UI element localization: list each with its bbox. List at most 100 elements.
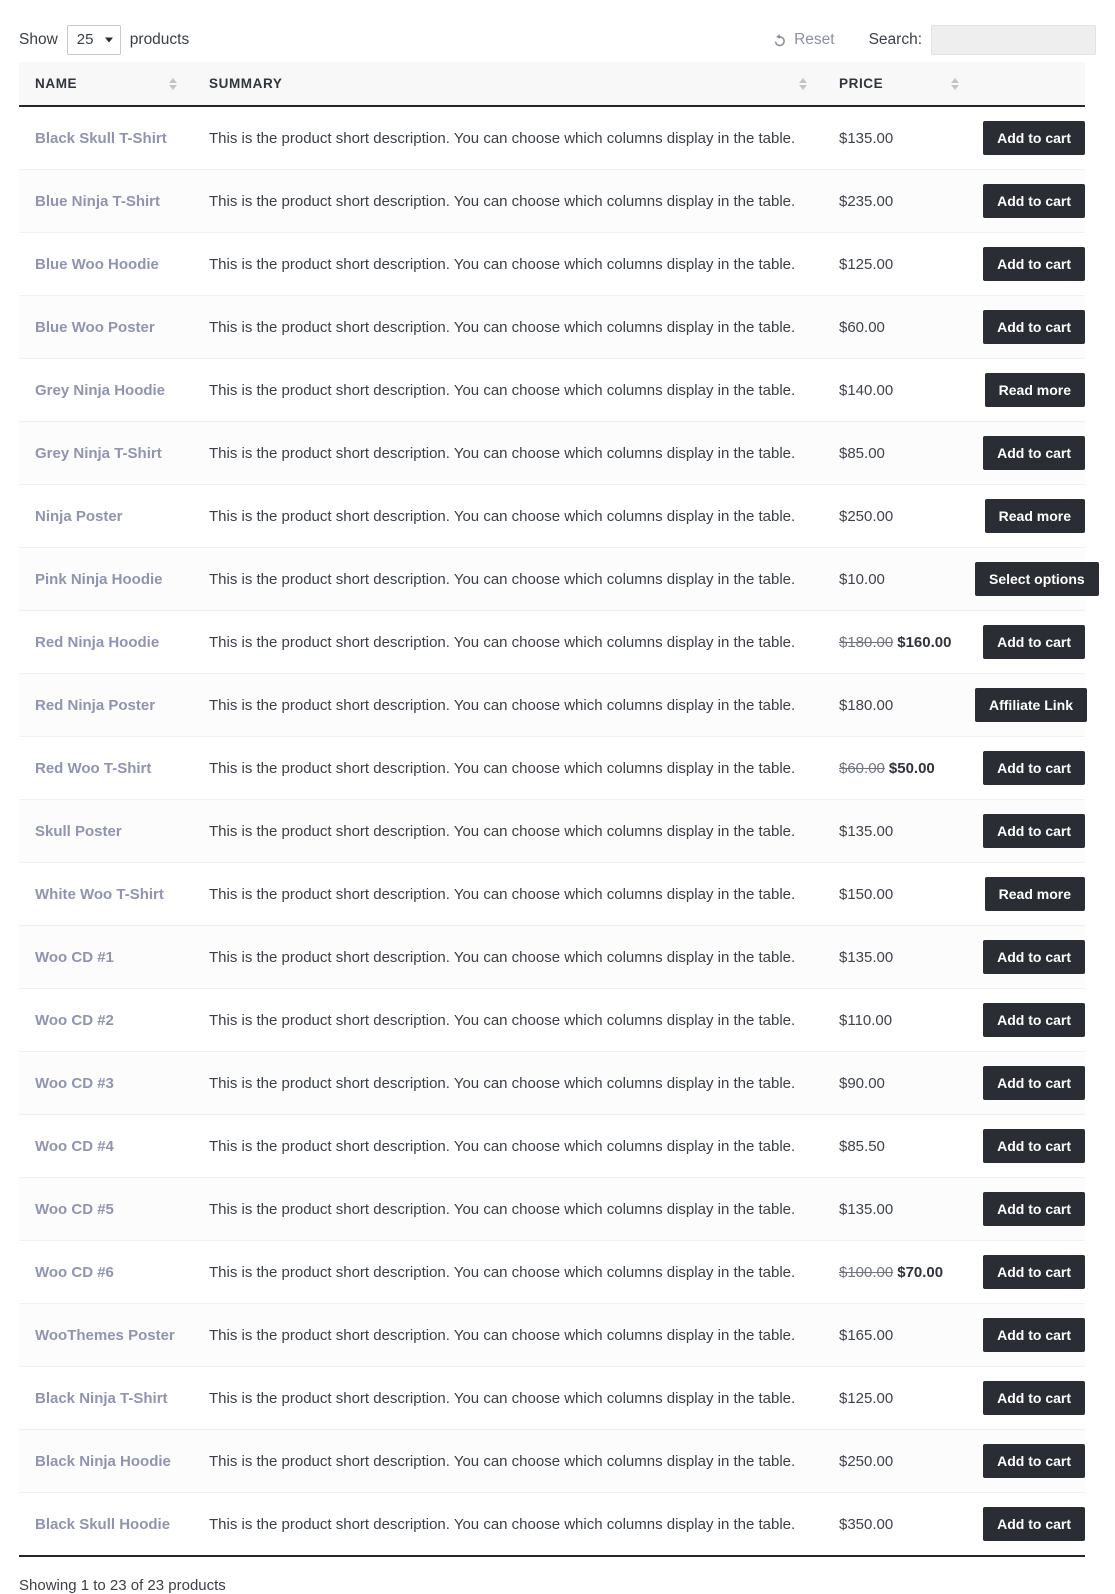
product-name-cell: White Woo T-Shirt (19, 862, 193, 926)
product-name-link[interactable]: Black Ninja Hoodie (35, 1453, 171, 1470)
product-summary-cell: This is the product short description. Y… (209, 129, 796, 147)
product-price-cell: $150.00 (823, 862, 975, 926)
product-name-link[interactable]: Ninja Poster (35, 508, 123, 525)
table-row: Blue Woo Hoodie This is the product short… (19, 232, 1085, 296)
product-price-cell: $165.00 (823, 1303, 975, 1367)
add-to-cart-button[interactable]: Add to cart (983, 1444, 1085, 1478)
add-to-cart-button[interactable]: Affiliate Link (975, 688, 1088, 722)
product-name-link[interactable]: Red Ninja Hoodie (35, 634, 159, 651)
search-control: Search: (869, 25, 1096, 55)
table-row: WooThemes Poster This is the product shor… (19, 1303, 1085, 1367)
price-regular: $235.00 (839, 192, 894, 210)
product-name-link[interactable]: Woo CD #1 (35, 949, 114, 966)
product-name-link[interactable]: Red Ninja Poster (35, 697, 155, 714)
add-to-cart-button[interactable]: Add to cart (983, 436, 1085, 470)
add-to-cart-button[interactable]: Add to cart (983, 247, 1085, 281)
add-to-cart-button[interactable]: Add to cart (983, 1129, 1085, 1163)
add-to-cart-button[interactable]: Add to cart (983, 751, 1085, 785)
product-name-link[interactable]: Black Skull T-Shirt (35, 130, 167, 147)
product-summary-cell: This is the product short description. Y… (193, 799, 823, 863)
product-name-link[interactable]: Red Woo T-Shirt (35, 760, 151, 777)
price-regular: $125.00 (839, 1389, 894, 1407)
product-price-cell: $135.00 (823, 1177, 975, 1241)
product-name-link[interactable]: Blue Woo Hoodie (35, 256, 159, 273)
product-name-cell: Grey Ninja T-Shirt (19, 421, 193, 485)
column-header-action (975, 62, 1085, 107)
column-header-name-label: NAME (35, 76, 78, 91)
product-action-cell: Read more (975, 484, 1085, 548)
add-to-cart-button[interactable]: Read more (984, 877, 1085, 911)
product-summary-cell: This is the product short description. Y… (193, 1051, 823, 1115)
price-regular: $85.50 (839, 1137, 885, 1155)
product-action-cell: Add to cart (975, 1429, 1085, 1493)
product-price-cell: $10.00 (823, 547, 975, 611)
column-header-price[interactable]: PRICE (823, 62, 975, 107)
product-name-link[interactable]: Woo CD #5 (35, 1201, 114, 1218)
product-summary-cell: This is the product short description. Y… (193, 1429, 823, 1493)
product-name-link[interactable]: WooThemes Poster (35, 1327, 175, 1344)
product-price-cell: $110.00 (823, 988, 975, 1052)
product-name-link[interactable]: Woo CD #2 (35, 1012, 114, 1029)
product-price-cell: $135.00 (823, 799, 975, 863)
product-name-link[interactable]: Grey Ninja T-Shirt (35, 445, 162, 462)
products-table-wrap: NAME SUMMARY PRICE Black Skull T-Shirt T… (19, 62, 1099, 1557)
price-regular: $110.00 (839, 1011, 893, 1029)
product-name-link[interactable]: Blue Woo Poster (35, 319, 155, 336)
product-name-cell: Black Ninja Hoodie (19, 1429, 193, 1493)
add-to-cart-button[interactable]: Add to cart (983, 1066, 1085, 1100)
product-name-link[interactable]: Woo CD #3 (35, 1075, 114, 1092)
product-name-link[interactable]: White Woo T-Shirt (35, 886, 164, 903)
products-label: products (129, 31, 190, 48)
add-to-cart-button[interactable]: Add to cart (983, 1255, 1085, 1289)
product-name-link[interactable]: Woo CD #6 (35, 1264, 114, 1281)
add-to-cart-button[interactable]: Read more (984, 499, 1085, 533)
product-summary-cell: This is the product short description. Y… (193, 1177, 823, 1241)
reset-button[interactable]: Reset (772, 31, 835, 49)
product-name-cell: Black Skull Hoodie (19, 1492, 193, 1557)
add-to-cart-button[interactable]: Add to cart (983, 1507, 1085, 1541)
add-to-cart-button[interactable]: Add to cart (983, 1318, 1085, 1352)
product-name-link[interactable]: Woo CD #4 (35, 1138, 114, 1155)
table-row: Black Ninja Hoodie This is the product sh… (19, 1429, 1085, 1493)
product-name-link[interactable]: Pink Ninja Hoodie (35, 571, 163, 588)
table-controls-bar: Show 25 products Reset Search: (19, 0, 1096, 62)
product-action-cell: Add to cart (975, 799, 1085, 863)
add-to-cart-button[interactable]: Add to cart (983, 310, 1085, 344)
add-to-cart-button[interactable]: Add to cart (983, 625, 1085, 659)
product-summary-cell: This is the product short description. Y… (193, 925, 823, 989)
product-name-link[interactable]: Black Skull Hoodie (35, 1516, 170, 1533)
product-action-cell: Add to cart (975, 925, 1085, 989)
add-to-cart-button[interactable]: Select options (975, 562, 1099, 596)
add-to-cart-button[interactable]: Add to cart (983, 121, 1085, 155)
search-input[interactable] (931, 25, 1096, 55)
add-to-cart-button[interactable]: Add to cart (983, 1192, 1085, 1226)
product-name-link[interactable]: Blue Ninja T-Shirt (35, 193, 160, 210)
product-summary-cell: This is the product short description. Y… (193, 1492, 823, 1557)
product-action-cell: Add to cart (975, 610, 1085, 674)
product-summary-cell: This is the product short description. Y… (193, 232, 823, 296)
product-name-cell: Black Ninja T-Shirt (19, 1366, 193, 1430)
table-row: Ninja Poster This is the product short de… (19, 484, 1085, 548)
product-action-cell: Read more (975, 358, 1085, 422)
add-to-cart-button[interactable]: Add to cart (983, 1003, 1085, 1037)
product-name-cell: Woo CD #3 (19, 1051, 193, 1115)
product-name-link[interactable]: Black Ninja T-Shirt (35, 1390, 168, 1407)
product-name-link[interactable]: Skull Poster (35, 823, 122, 840)
add-to-cart-button[interactable]: Add to cart (983, 940, 1085, 974)
add-to-cart-button[interactable]: Add to cart (983, 1381, 1085, 1415)
product-action-cell: Add to cart (975, 1303, 1085, 1367)
product-action-cell: Affiliate Link (975, 673, 1088, 737)
product-summary-cell: This is the product short description. Y… (193, 862, 823, 926)
product-summary-cell: This is the product short description. Y… (193, 1114, 823, 1178)
reset-label: Reset (794, 31, 835, 48)
page-length-select[interactable]: 25 (66, 25, 121, 55)
column-header-summary[interactable]: SUMMARY (193, 62, 823, 107)
add-to-cart-button[interactable]: Add to cart (983, 184, 1085, 218)
product-action-cell: Add to cart (975, 1492, 1085, 1557)
product-name-link[interactable]: Grey Ninja Hoodie (35, 382, 165, 399)
add-to-cart-button[interactable]: Read more (984, 373, 1085, 407)
table-row: Woo CD #3 This is the product short descr… (19, 1051, 1085, 1115)
price-regular: $250.00 (839, 507, 894, 525)
add-to-cart-button[interactable]: Add to cart (983, 814, 1085, 848)
column-header-name[interactable]: NAME (19, 62, 193, 107)
